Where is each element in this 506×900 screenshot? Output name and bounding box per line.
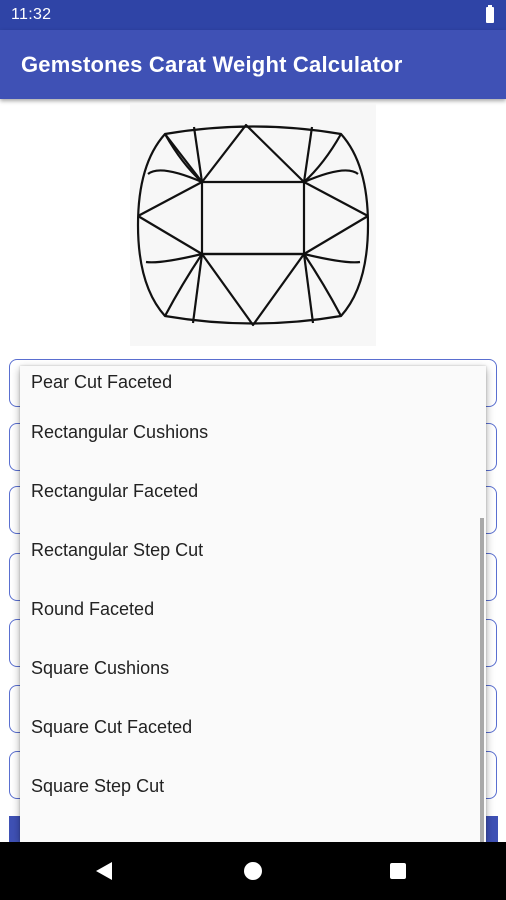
dropdown-option-rectangular-cushions[interactable]: Rectangular Cushions [20,399,486,458]
dropdown-option-rectangular-faceted[interactable]: Rectangular Faceted [20,458,486,517]
recents-icon[interactable] [390,863,406,879]
status-time: 11:32 [11,6,52,23]
battery-icon [486,5,494,23]
navigation-bar [0,842,506,900]
app-bar: Gemstones Carat Weight Calculator [0,30,506,99]
calculate-button-edge-right[interactable] [486,816,498,844]
home-icon[interactable] [244,862,262,880]
dropdown-option-square-step-cut[interactable]: Square Step Cut [20,753,486,812]
dropdown-option-round-faceted[interactable]: Round Faceted [20,576,486,635]
back-icon[interactable] [96,862,112,880]
dropdown-option-square-cushions[interactable]: Square Cushions [20,635,486,694]
dropdown-scrollbar[interactable] [480,518,484,842]
cut-type-dropdown[interactable]: Pear Cut Faceted Rectangular Cushions Re… [20,366,486,842]
app-title: Gemstones Carat Weight Calculator [21,52,403,77]
dropdown-option-rectangular-step-cut[interactable]: Rectangular Step Cut [20,517,486,576]
status-bar: 11:32 [0,0,506,30]
dropdown-option-pear-cut-faceted[interactable]: Pear Cut Faceted [20,366,486,399]
gem-image [130,104,376,346]
dropdown-option-square-cut-faceted[interactable]: Square Cut Faceted [20,694,486,753]
cushion-cut-gem-icon [136,123,370,327]
